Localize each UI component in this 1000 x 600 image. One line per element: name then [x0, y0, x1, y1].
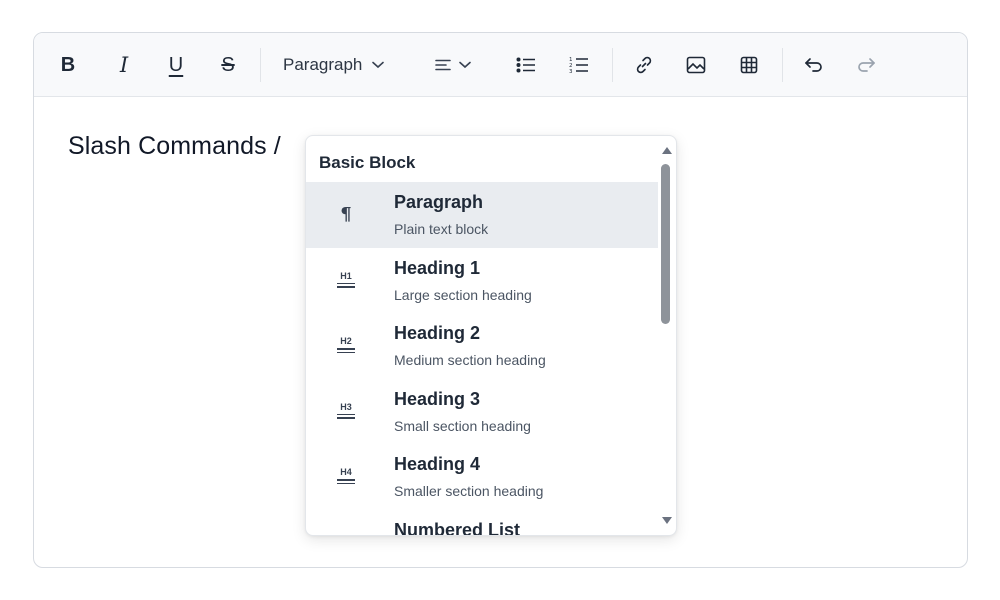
bold-button[interactable]: B [56, 51, 80, 79]
bullet-list-icon [516, 57, 536, 73]
image-icon [686, 56, 706, 74]
align-left-icon [435, 59, 451, 71]
command-description: Small section heading [394, 417, 531, 434]
redo-icon [856, 57, 876, 73]
chevron-down-icon [459, 61, 471, 69]
command-list: ¶ Paragraph Plain text block H1 Heading … [306, 182, 658, 536]
command-label: Numbered List [394, 519, 521, 536]
table-icon [740, 56, 758, 74]
scroll-down-arrow-icon[interactable] [662, 517, 672, 524]
command-label: Heading 4 [394, 454, 481, 474]
bullet-list-button[interactable] [514, 51, 538, 79]
toolbar-divider [260, 48, 261, 82]
command-label: Heading 3 [394, 388, 481, 409]
numbered-list-icon: 123 [569, 56, 589, 74]
command-description: Smaller section heading [394, 483, 544, 499]
menu-section-title: Basic Block [319, 153, 416, 172]
command-item-paragraph[interactable]: ¶ Paragraph Plain text block [306, 182, 658, 248]
heading-3-icon: H3 [334, 397, 358, 425]
strikethrough-button[interactable]: S [216, 51, 240, 79]
scroll-up-arrow-icon[interactable] [662, 147, 672, 154]
menu-scrollbar[interactable] [656, 136, 676, 535]
command-label: Heading 2 [394, 323, 481, 343]
command-item-heading-1[interactable]: H1 Heading 1 Large section heading [306, 248, 658, 314]
slash-command-menu: Basic Block ¶ Paragraph Plain text block… [305, 135, 677, 536]
command-description: Medium section heading [394, 352, 546, 368]
heading-2-icon: H2 [334, 331, 358, 359]
command-item-heading-2[interactable]: H2 Heading 2 Medium section heading [306, 313, 658, 379]
link-icon [634, 55, 654, 75]
scrollbar-thumb[interactable] [661, 164, 670, 324]
heading-1-icon: H1 [334, 266, 358, 294]
editor-content[interactable]: Slash Commands / [68, 132, 281, 161]
toolbar-divider [612, 48, 613, 82]
block-type-dropdown[interactable]: Paragraph [283, 51, 405, 79]
undo-icon [804, 57, 824, 73]
chevron-down-icon [372, 61, 385, 69]
italic-button[interactable]: I [112, 51, 136, 79]
numbered-list-button[interactable]: 123 [567, 51, 591, 79]
command-label: Paragraph [394, 192, 484, 212]
insert-table-button[interactable] [737, 51, 761, 79]
text-align-dropdown[interactable] [435, 51, 481, 79]
command-description: Plain text block [394, 221, 489, 237]
command-item-numbered-list[interactable]: Numbered List [306, 510, 658, 536]
underline-button[interactable]: U [164, 51, 188, 79]
block-type-label: Paragraph [283, 55, 363, 74]
command-label: Heading 1 [394, 257, 481, 278]
pilcrow-icon: ¶ [340, 203, 352, 225]
command-description: Large section heading [394, 286, 532, 303]
undo-button[interactable] [802, 51, 826, 79]
heading-4-icon: H4 [334, 462, 358, 490]
editor-toolbar: B I U S Paragraph 123 [34, 33, 967, 97]
redo-button[interactable] [854, 51, 878, 79]
toolbar-divider [782, 48, 783, 82]
link-button[interactable] [632, 51, 656, 79]
command-item-heading-4[interactable]: H4 Heading 4 Smaller section heading [306, 444, 658, 510]
svg-text:3: 3 [569, 69, 573, 74]
insert-image-button[interactable] [684, 51, 708, 79]
command-item-heading-3[interactable]: H3 Heading 3 Small section heading [306, 379, 658, 445]
